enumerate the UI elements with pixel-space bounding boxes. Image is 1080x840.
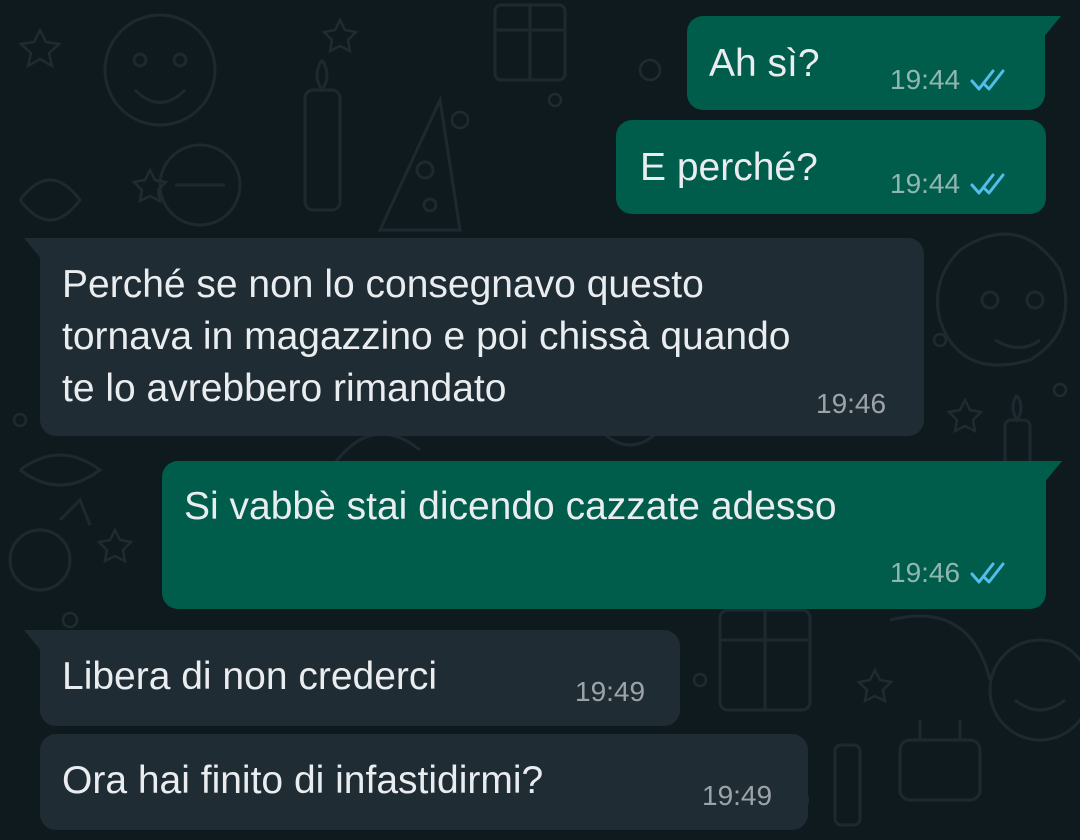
message-text: Si vabbè stai dicendo cazzate adesso: [184, 485, 837, 528]
message-time: 19:46: [890, 557, 961, 588]
message-bubble-incoming[interactable]: Ora hai finito di infastidirmi? 19:49: [40, 734, 808, 830]
message-meta: 19:46: [890, 557, 1008, 589]
message-bubble-outgoing[interactable]: E perché? 19:44: [616, 120, 1046, 214]
message-meta: 19:44: [890, 64, 1008, 96]
message-meta: 19:46: [816, 388, 886, 420]
double-check-icon: [970, 561, 1008, 585]
message-text: Ah sì?: [709, 42, 820, 85]
message-text: Perché se non lo consegnavo questo: [62, 263, 704, 306]
message-text: Libera di non crederci: [62, 655, 438, 698]
message-meta: 19:44: [890, 168, 1008, 200]
message-bubble-outgoing[interactable]: Si vabbè stai dicendo cazzate adesso 19:…: [162, 461, 1062, 609]
bubble-tail: [1043, 16, 1061, 38]
bubble-tail: [24, 238, 42, 260]
message-meta: 19:49: [575, 676, 645, 708]
message-meta: 19:49: [702, 780, 772, 812]
message-time: 19:44: [890, 64, 961, 95]
message-bubble-outgoing[interactable]: Ah sì? 19:44: [687, 16, 1061, 110]
double-check-icon: [970, 172, 1008, 196]
message-time: 19:49: [575, 676, 646, 707]
bubble-tail: [1044, 461, 1062, 483]
message-text: Ora hai finito di infastidirmi?: [62, 759, 544, 802]
message-time: 19:49: [702, 780, 773, 811]
message-text: E perché?: [640, 146, 818, 189]
message-time: 19:44: [890, 168, 961, 199]
double-check-icon: [970, 68, 1008, 92]
message-bubble-incoming[interactable]: Libera di non crederci 19:49: [24, 630, 680, 726]
message-text: tornava in magazzino e poi chissà quando: [62, 315, 791, 358]
message-text: te lo avrebbero rimandato: [62, 367, 507, 410]
message-bubble-incoming[interactable]: Perché se non lo consegnavo questo torna…: [24, 238, 924, 436]
message-time: 19:46: [816, 388, 887, 419]
bubble-tail: [24, 630, 42, 652]
